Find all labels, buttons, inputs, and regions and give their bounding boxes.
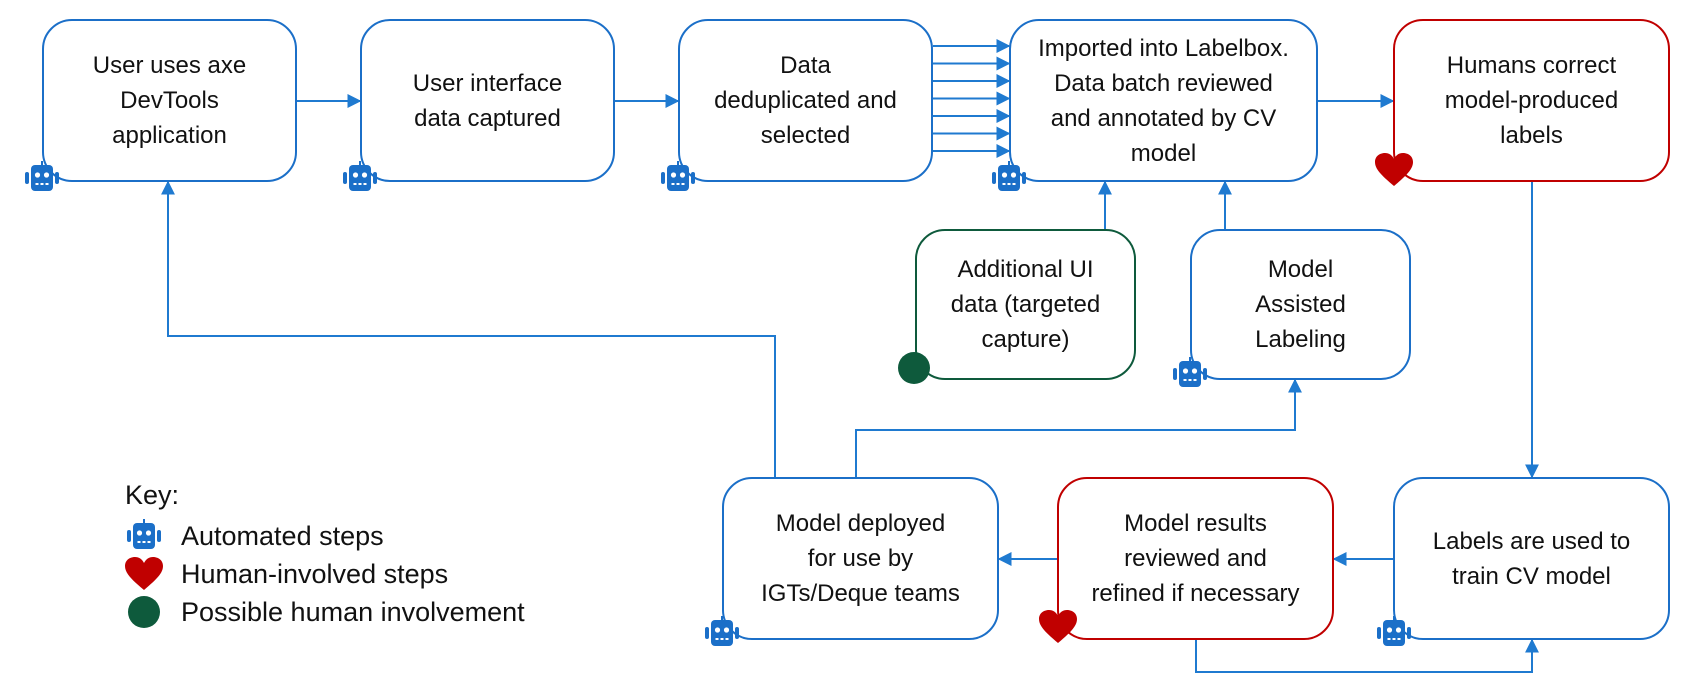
legend-label: Human-involved steps bbox=[181, 558, 449, 589]
node-additional-ui-data: Additional UI data (targeted capture) bbox=[915, 229, 1136, 380]
legend-item-possible: Possible human involvement bbox=[125, 593, 525, 631]
workflow-diagram: User uses axe DevTools application User … bbox=[0, 0, 1691, 695]
node-label: Humans correct model-produced labels bbox=[1444, 52, 1619, 149]
heart-icon bbox=[1039, 610, 1077, 643]
node-ui-data-captured: User interface data captured bbox=[360, 19, 615, 182]
node-humans-correct: Humans correct model-produced labels bbox=[1393, 19, 1670, 182]
robot-icon bbox=[992, 161, 1026, 191]
robot-icon bbox=[343, 161, 377, 191]
node-label: Additional UI data (targeted capture) bbox=[950, 256, 1101, 353]
node-user-uses-axe: User uses axe DevTools application bbox=[42, 19, 297, 182]
robot-icon bbox=[127, 519, 161, 549]
robot-icon bbox=[661, 161, 695, 191]
node-labels-train-model: Labels are used to train CV model bbox=[1393, 477, 1670, 640]
robot-icon bbox=[25, 161, 59, 191]
node-label: Imported into Labelbox. Data batch revie… bbox=[1038, 34, 1289, 167]
node-model-deployed: Model deployed for use by IGTs/Deque tea… bbox=[722, 477, 999, 640]
robot-icon bbox=[1173, 357, 1207, 387]
legend-label: Possible human involvement bbox=[181, 596, 525, 627]
legend-item-automated: Automated steps bbox=[125, 517, 525, 555]
node-label: Model deployed for use by IGTs/Deque tea… bbox=[761, 510, 960, 607]
legend-label: Automated steps bbox=[181, 520, 384, 551]
connector-review-loop-to-train bbox=[1195, 638, 1539, 673]
robot-icon bbox=[705, 616, 739, 646]
node-label: Data deduplicated and selected bbox=[714, 52, 897, 149]
node-label: User interface data captured bbox=[412, 69, 563, 132]
connector-deployed-to-mal bbox=[855, 378, 1302, 477]
robot-icon bbox=[1377, 616, 1411, 646]
legend: Key: Automated steps Human-involved step… bbox=[125, 480, 525, 631]
heart-icon bbox=[1375, 153, 1413, 186]
heart-icon bbox=[125, 557, 163, 590]
node-model-assisted-labeling: Model Assisted Labeling bbox=[1190, 229, 1411, 380]
legend-title: Key: bbox=[125, 480, 180, 510]
node-label: User uses axe DevTools application bbox=[92, 52, 247, 149]
connector-deployed-to-axe bbox=[161, 180, 776, 477]
green-circle-icon bbox=[128, 596, 160, 628]
node-label: Labels are used to train CV model bbox=[1432, 527, 1631, 590]
node-imported-labelbox: Imported into Labelbox. Data batch revie… bbox=[1009, 19, 1318, 182]
legend-item-human: Human-involved steps bbox=[125, 555, 525, 593]
node-results-reviewed: Model results reviewed and refined if ne… bbox=[1057, 477, 1334, 640]
node-label: Model results reviewed and refined if ne… bbox=[1091, 510, 1300, 607]
node-data-deduplicated: Data deduplicated and selected bbox=[678, 19, 933, 182]
green-circle-icon bbox=[898, 352, 930, 384]
node-label: Model Assisted Labeling bbox=[1255, 256, 1346, 353]
